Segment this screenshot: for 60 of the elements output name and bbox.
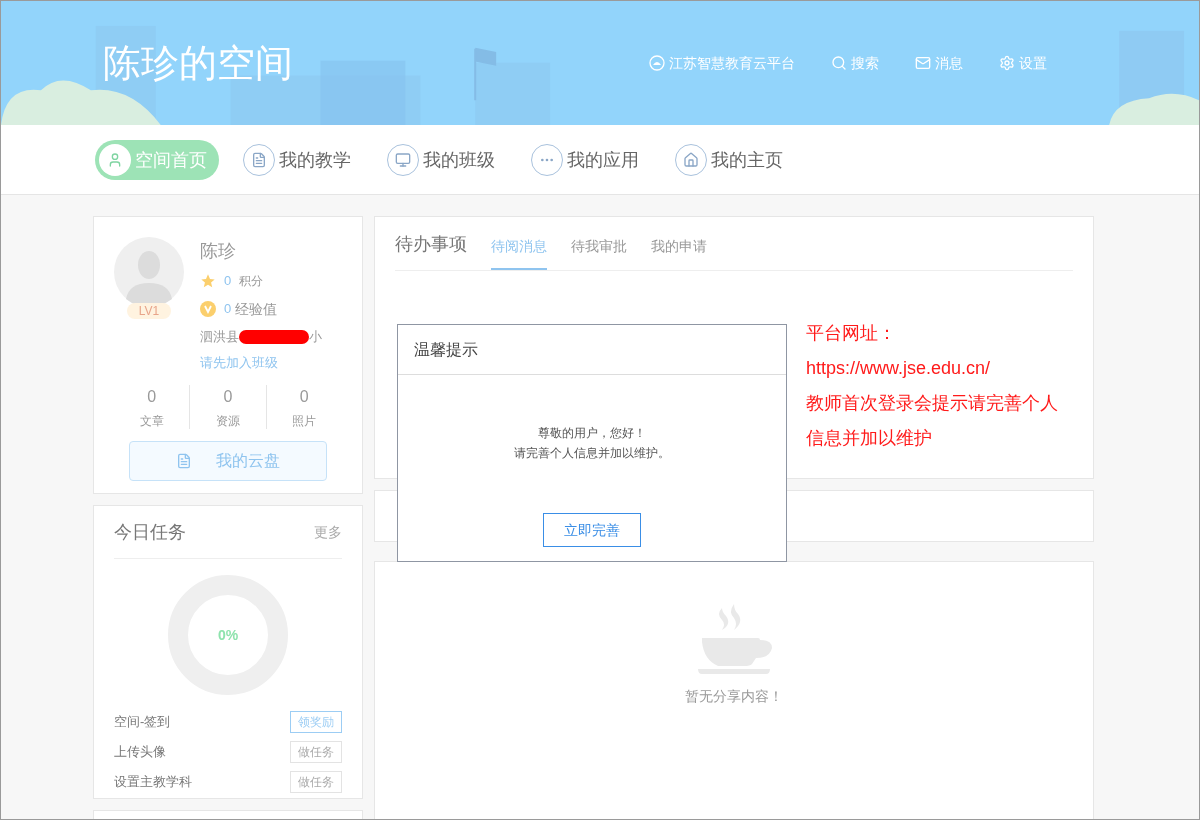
- document-icon: [243, 143, 275, 176]
- exp-icon: [200, 301, 216, 317]
- user-icon: [99, 143, 131, 176]
- user-name: 陈珍: [200, 240, 237, 263]
- settings-icon: [999, 55, 1015, 71]
- nav-tab[interactable]: 空间首页: [95, 139, 219, 180]
- annotation-text: 平台网址：: [806, 322, 897, 345]
- exp-label: 经验值: [235, 300, 278, 319]
- dialog-message: 尊敬的用户，您好！: [538, 425, 646, 441]
- card-title: 今日任务: [114, 521, 186, 544]
- stat-label: 文章: [139, 412, 164, 429]
- space-title: 陈珍的空间: [103, 40, 293, 86]
- nav-tab[interactable]: 我的教学: [239, 139, 363, 180]
- logo-icon: [649, 55, 665, 71]
- annotation-text: https://www.jse.edu.cn/: [806, 357, 992, 380]
- todo-tab[interactable]: 我的申请: [651, 236, 707, 270]
- task-button[interactable]: 做任务: [290, 771, 342, 793]
- stat-value: 0: [147, 386, 157, 407]
- dots-icon: [531, 143, 563, 176]
- join-class-link[interactable]: 请先加入班级: [200, 353, 322, 373]
- exp-value: 0: [224, 300, 232, 319]
- stat-value: 0: [299, 386, 309, 407]
- header-link[interactable]: 江苏智慧教育云平台: [649, 53, 795, 73]
- header-link[interactable]: 设置: [999, 53, 1047, 73]
- task-label: 空间-签到: [114, 713, 171, 732]
- task-button[interactable]: 领奖励: [290, 711, 342, 733]
- dialog-message: 请完善个人信息并加以维护。: [514, 445, 670, 461]
- todo-tab[interactable]: 待我审批: [571, 236, 627, 270]
- task-button[interactable]: 做任务: [290, 741, 342, 763]
- annotation-text: 教师首次登录会提示请完善个人: [806, 392, 1058, 415]
- monitor-icon: [387, 143, 419, 176]
- stat-label: 资源: [216, 412, 240, 429]
- home-icon: [675, 143, 707, 176]
- document-icon: [176, 452, 192, 469]
- points-label: 积分: [239, 273, 264, 289]
- school-name: 泗洪县: [200, 328, 239, 347]
- stat-value: 0: [223, 386, 233, 407]
- nav-tab[interactable]: 我的主页: [671, 139, 795, 180]
- todo-tab[interactable]: 待阅消息: [491, 236, 547, 270]
- cloud-drive-button[interactable]: 我的云盘: [129, 440, 327, 481]
- progress-percent: 0%: [217, 626, 239, 645]
- annotation-text: 信息并加以维护: [806, 427, 933, 450]
- header-link[interactable]: 消息: [915, 53, 963, 73]
- school-suffix: 小: [309, 328, 322, 347]
- level-badge: LV1: [126, 303, 172, 319]
- star-icon: [200, 273, 216, 289]
- task-label: 设置主教学科: [114, 773, 192, 792]
- empty-message: 暂无分享内容！: [685, 687, 783, 706]
- more-link[interactable]: 更多: [314, 522, 342, 542]
- card-title: 待办事项: [395, 233, 467, 256]
- nav-tab[interactable]: 我的应用: [527, 139, 651, 180]
- complete-now-button[interactable]: 立即完善: [543, 513, 641, 547]
- mail-icon: [915, 55, 931, 71]
- stat-label: 照片: [292, 412, 317, 429]
- dialog-title: 温馨提示: [414, 339, 478, 360]
- header-link[interactable]: 搜索: [831, 53, 879, 73]
- nav-tab[interactable]: 我的班级: [383, 139, 507, 180]
- points-value: 0: [224, 272, 232, 291]
- search-icon: [831, 55, 847, 71]
- task-label: 上传头像: [114, 743, 166, 762]
